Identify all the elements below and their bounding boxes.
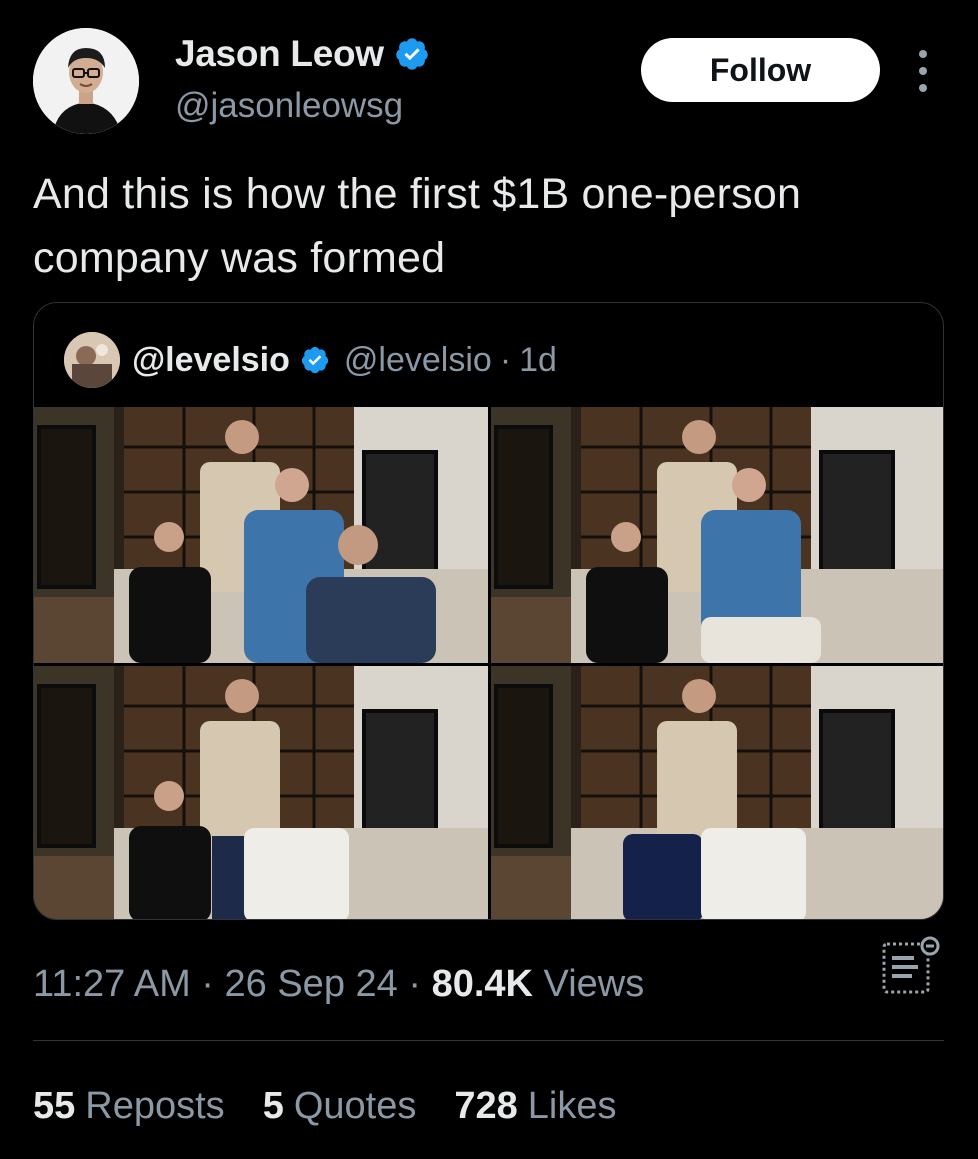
media-image[interactable]	[491, 666, 943, 919]
more-dot	[919, 67, 927, 75]
more-options-icon[interactable]	[908, 46, 938, 96]
more-dot	[919, 50, 927, 58]
quoted-timestamp[interactable]: 1d	[519, 333, 557, 387]
quoted-author-avatar[interactable]	[64, 332, 120, 388]
likes-count: 728	[454, 1085, 518, 1127]
quotes-label: Quotes	[293, 1085, 417, 1127]
verified-badge-icon	[396, 38, 428, 70]
views-count: 80.4K	[431, 963, 533, 1005]
quoted-author-handle[interactable]: @levelsio	[344, 333, 492, 387]
author-handle[interactable]: @jasonleowsg	[175, 84, 403, 128]
author-avatar[interactable]	[33, 28, 139, 134]
divider	[33, 1040, 944, 1041]
quoted-verified-badge-icon	[301, 346, 329, 374]
meta-separator: ·	[408, 963, 421, 1005]
media-image[interactable]	[34, 666, 488, 919]
analytics-icon[interactable]	[878, 934, 942, 998]
quoted-tweet-card[interactable]: @levelsio @levelsio · 1d	[33, 302, 944, 920]
quoted-separator: ·	[499, 341, 512, 379]
quoted-author-name[interactable]: @levelsio	[132, 333, 290, 387]
author-name-text[interactable]: Jason Leow	[175, 32, 384, 76]
meta-separator: ·	[201, 963, 214, 1005]
quotes-stat[interactable]: 5 Quotes	[263, 1078, 417, 1134]
engagement-stats: 55 Reposts 5 Quotes 728 Likes	[33, 1078, 616, 1134]
quoted-media-grid	[34, 407, 943, 919]
tweet-date[interactable]: 26 Sep 24	[225, 963, 398, 1005]
likes-label: Likes	[527, 1085, 617, 1127]
reposts-label: Reposts	[85, 1085, 225, 1127]
likes-stat[interactable]: 728 Likes	[454, 1078, 616, 1134]
follow-button[interactable]: Follow	[641, 38, 880, 102]
author-name[interactable]: Jason Leow	[175, 32, 430, 76]
quotes-count: 5	[262, 1085, 284, 1127]
media-image[interactable]	[34, 407, 488, 663]
tweet-text: And this is how the first $1B one-person…	[33, 170, 802, 282]
media-image[interactable]	[491, 407, 943, 663]
tweet-meta: 11:27 AM · 26 Sep 24 · 80.4K Views	[33, 956, 644, 1012]
reposts-count: 55	[33, 1085, 76, 1127]
views-label: Views	[543, 963, 645, 1005]
more-dot	[919, 84, 927, 92]
tweet-time[interactable]: 11:27 AM	[33, 963, 191, 1005]
quoted-tweet-header: @levelsio @levelsio · 1d	[64, 332, 557, 388]
reposts-stat[interactable]: 55 Reposts	[33, 1078, 225, 1134]
